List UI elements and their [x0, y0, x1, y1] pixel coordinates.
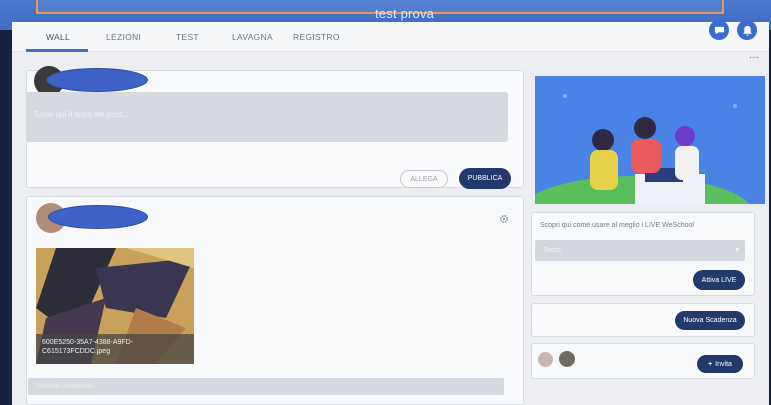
post-composer-input[interactable]: Scrivi qui il testo del post...: [26, 92, 508, 142]
redaction-mark: [48, 205, 148, 229]
redaction-mark: [46, 68, 148, 92]
post-image-attachment[interactable]: 600E5250-35A7-4388-A9FD-C615173FCDDC.jpe…: [36, 248, 194, 364]
select-value: Zoom: [543, 247, 561, 254]
member-avatar: [559, 351, 575, 367]
composer-placeholder: Scrivi qui il testo del post...: [34, 110, 129, 119]
plus-icon: +: [708, 360, 713, 368]
activate-live-button[interactable]: Attiva LIVE: [693, 270, 745, 290]
chevron-down-icon: ▾: [734, 245, 739, 254]
more-options-button[interactable]: ···: [745, 53, 763, 67]
comment-input[interactable]: Scrivi un commento: [28, 378, 504, 395]
tab-lezioni[interactable]: LEZIONI: [106, 32, 141, 42]
attach-button[interactable]: ALLEGA: [400, 170, 448, 188]
image-filename: 600E5250-35A7-4388-A9FD-C615173FCDDC.jpe…: [36, 334, 194, 364]
comment-placeholder: Scrivi un commento: [36, 383, 94, 390]
tab-wall[interactable]: WALL: [46, 32, 70, 42]
new-deadline-button[interactable]: Nuova Scadenza: [675, 311, 745, 330]
weschool-illustration: [535, 76, 765, 204]
member-avatar: [538, 352, 553, 367]
tab-test[interactable]: TEST: [176, 32, 199, 42]
gear-icon[interactable]: [499, 214, 509, 227]
tab-bar: WALL LEZIONI TEST LAVAGNA REGISTRO: [12, 22, 769, 52]
top-icons: [709, 20, 757, 40]
publish-button[interactable]: PUBBLICA: [459, 168, 511, 189]
chat-icon[interactable]: [709, 20, 729, 40]
invite-button[interactable]: + Invita: [697, 355, 743, 373]
bell-icon[interactable]: [737, 20, 757, 40]
active-tab-indicator: [26, 49, 88, 52]
app-title: test prova: [375, 6, 435, 21]
live-help-text: Scopri qui come usare al meglio i LIVE W…: [540, 222, 694, 229]
invite-label: Invita: [715, 360, 732, 368]
tab-lavagna[interactable]: LAVAGNA: [232, 32, 273, 42]
live-provider-select[interactable]: Zoom ▾: [535, 240, 745, 261]
tab-registro[interactable]: REGISTRO: [293, 32, 340, 42]
